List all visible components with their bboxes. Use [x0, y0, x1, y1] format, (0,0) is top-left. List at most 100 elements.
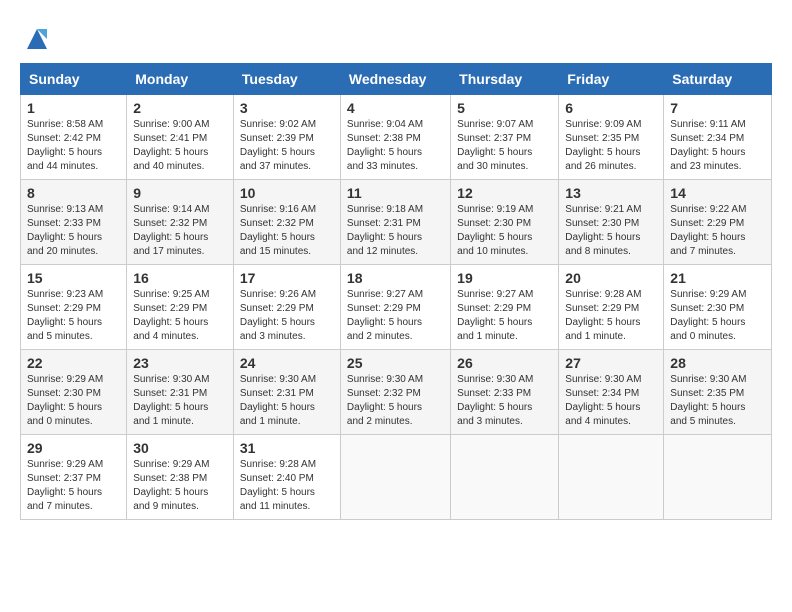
day-info: Sunrise: 9:26 AMSunset: 2:29 PMDaylight:…	[240, 288, 334, 344]
day-info: Sunrise: 9:14 AMSunset: 2:32 PMDaylight:…	[133, 203, 227, 259]
day-number: 22	[27, 355, 120, 371]
calendar-cell: 16 Sunrise: 9:25 AMSunset: 2:29 PMDayligh…	[127, 265, 234, 350]
day-info: Sunrise: 9:28 AMSunset: 2:29 PMDaylight:…	[565, 288, 657, 344]
day-number: 18	[347, 270, 444, 286]
day-info: Sunrise: 9:30 AMSunset: 2:32 PMDaylight:…	[347, 373, 444, 429]
calendar-cell: 9 Sunrise: 9:14 AMSunset: 2:32 PMDaylight…	[127, 180, 234, 265]
day-info: Sunrise: 9:04 AMSunset: 2:38 PMDaylight:…	[347, 118, 444, 174]
day-info: Sunrise: 9:30 AMSunset: 2:31 PMDaylight:…	[133, 373, 227, 429]
day-info: Sunrise: 9:23 AMSunset: 2:29 PMDaylight:…	[27, 288, 120, 344]
day-info: Sunrise: 9:09 AMSunset: 2:35 PMDaylight:…	[565, 118, 657, 174]
calendar-cell: 12 Sunrise: 9:19 AMSunset: 2:30 PMDayligh…	[451, 180, 559, 265]
day-info: Sunrise: 9:27 AMSunset: 2:29 PMDaylight:…	[457, 288, 552, 344]
calendar-cell: 24 Sunrise: 9:30 AMSunset: 2:31 PMDayligh…	[233, 350, 340, 435]
calendar-cell: 22 Sunrise: 9:29 AMSunset: 2:30 PMDayligh…	[21, 350, 127, 435]
day-info: Sunrise: 9:30 AMSunset: 2:34 PMDaylight:…	[565, 373, 657, 429]
day-info: Sunrise: 9:11 AMSunset: 2:34 PMDaylight:…	[670, 118, 765, 174]
calendar-cell	[559, 435, 664, 520]
day-number: 12	[457, 185, 552, 201]
day-number: 7	[670, 100, 765, 116]
day-info: Sunrise: 9:29 AMSunset: 2:30 PMDaylight:…	[27, 373, 120, 429]
calendar-cell: 29 Sunrise: 9:29 AMSunset: 2:37 PMDayligh…	[21, 435, 127, 520]
day-number: 30	[133, 440, 227, 456]
calendar-header-wednesday: Wednesday	[340, 64, 450, 95]
calendar-cell: 23 Sunrise: 9:30 AMSunset: 2:31 PMDayligh…	[127, 350, 234, 435]
day-number: 10	[240, 185, 334, 201]
day-info: Sunrise: 8:58 AMSunset: 2:42 PMDaylight:…	[27, 118, 120, 174]
day-number: 8	[27, 185, 120, 201]
day-number: 6	[565, 100, 657, 116]
day-number: 2	[133, 100, 227, 116]
calendar-cell: 13 Sunrise: 9:21 AMSunset: 2:30 PMDayligh…	[559, 180, 664, 265]
calendar-cell: 30 Sunrise: 9:29 AMSunset: 2:38 PMDayligh…	[127, 435, 234, 520]
day-number: 19	[457, 270, 552, 286]
calendar-cell: 7 Sunrise: 9:11 AMSunset: 2:34 PMDaylight…	[664, 95, 772, 180]
calendar-cell: 3 Sunrise: 9:02 AMSunset: 2:39 PMDaylight…	[233, 95, 340, 180]
day-number: 5	[457, 100, 552, 116]
calendar-header-monday: Monday	[127, 64, 234, 95]
calendar-cell: 4 Sunrise: 9:04 AMSunset: 2:38 PMDaylight…	[340, 95, 450, 180]
calendar-cell: 1Sunrise: 8:58 AMSunset: 2:42 PMDaylight…	[21, 95, 127, 180]
calendar-cell	[664, 435, 772, 520]
day-info: Sunrise: 9:25 AMSunset: 2:29 PMDaylight:…	[133, 288, 227, 344]
day-number: 3	[240, 100, 334, 116]
day-info: Sunrise: 9:22 AMSunset: 2:29 PMDaylight:…	[670, 203, 765, 259]
calendar-cell: 21 Sunrise: 9:29 AMSunset: 2:30 PMDayligh…	[664, 265, 772, 350]
day-info: Sunrise: 9:00 AMSunset: 2:41 PMDaylight:…	[133, 118, 227, 174]
day-number: 21	[670, 270, 765, 286]
calendar-table: SundayMondayTuesdayWednesdayThursdayFrid…	[20, 63, 772, 520]
day-number: 29	[27, 440, 120, 456]
day-number: 28	[670, 355, 765, 371]
calendar-cell: 5 Sunrise: 9:07 AMSunset: 2:37 PMDaylight…	[451, 95, 559, 180]
day-number: 27	[565, 355, 657, 371]
day-info: Sunrise: 9:21 AMSunset: 2:30 PMDaylight:…	[565, 203, 657, 259]
day-number: 20	[565, 270, 657, 286]
calendar-cell: 27 Sunrise: 9:30 AMSunset: 2:34 PMDayligh…	[559, 350, 664, 435]
calendar-cell: 6 Sunrise: 9:09 AMSunset: 2:35 PMDaylight…	[559, 95, 664, 180]
day-number: 13	[565, 185, 657, 201]
calendar-cell: 31Sunrise: 9:28 AMSunset: 2:40 PMDayligh…	[233, 435, 340, 520]
calendar-header-thursday: Thursday	[451, 64, 559, 95]
day-number: 16	[133, 270, 227, 286]
logo-icon	[23, 25, 51, 53]
calendar-cell: 8 Sunrise: 9:13 AMSunset: 2:33 PMDaylight…	[21, 180, 127, 265]
calendar-cell: 17 Sunrise: 9:26 AMSunset: 2:29 PMDayligh…	[233, 265, 340, 350]
day-number: 14	[670, 185, 765, 201]
day-number: 11	[347, 185, 444, 201]
calendar-cell: 26 Sunrise: 9:30 AMSunset: 2:33 PMDayligh…	[451, 350, 559, 435]
calendar-cell: 25 Sunrise: 9:30 AMSunset: 2:32 PMDayligh…	[340, 350, 450, 435]
calendar-cell: 28Sunrise: 9:30 AMSunset: 2:35 PMDayligh…	[664, 350, 772, 435]
calendar-header-tuesday: Tuesday	[233, 64, 340, 95]
calendar-cell: 10 Sunrise: 9:16 AMSunset: 2:32 PMDayligh…	[233, 180, 340, 265]
day-info: Sunrise: 9:27 AMSunset: 2:29 PMDaylight:…	[347, 288, 444, 344]
day-number: 23	[133, 355, 227, 371]
day-info: Sunrise: 9:07 AMSunset: 2:37 PMDaylight:…	[457, 118, 552, 174]
day-info: Sunrise: 9:13 AMSunset: 2:33 PMDaylight:…	[27, 203, 120, 259]
calendar-cell: 18 Sunrise: 9:27 AMSunset: 2:29 PMDayligh…	[340, 265, 450, 350]
page-header	[20, 20, 772, 53]
calendar-cell: 2 Sunrise: 9:00 AMSunset: 2:41 PMDaylight…	[127, 95, 234, 180]
day-info: Sunrise: 9:29 AMSunset: 2:30 PMDaylight:…	[670, 288, 765, 344]
day-info: Sunrise: 9:29 AMSunset: 2:37 PMDaylight:…	[27, 458, 120, 514]
day-number: 25	[347, 355, 444, 371]
calendar-cell: 11 Sunrise: 9:18 AMSunset: 2:31 PMDayligh…	[340, 180, 450, 265]
day-info: Sunrise: 9:30 AMSunset: 2:31 PMDaylight:…	[240, 373, 334, 429]
day-info: Sunrise: 9:16 AMSunset: 2:32 PMDaylight:…	[240, 203, 334, 259]
calendar-cell: 15 Sunrise: 9:23 AMSunset: 2:29 PMDayligh…	[21, 265, 127, 350]
day-number: 17	[240, 270, 334, 286]
calendar-cell: 20 Sunrise: 9:28 AMSunset: 2:29 PMDayligh…	[559, 265, 664, 350]
day-number: 26	[457, 355, 552, 371]
day-number: 15	[27, 270, 120, 286]
calendar-cell: 19 Sunrise: 9:27 AMSunset: 2:29 PMDayligh…	[451, 265, 559, 350]
day-info: Sunrise: 9:02 AMSunset: 2:39 PMDaylight:…	[240, 118, 334, 174]
day-number: 4	[347, 100, 444, 116]
day-info: Sunrise: 9:30 AMSunset: 2:33 PMDaylight:…	[457, 373, 552, 429]
day-number: 9	[133, 185, 227, 201]
day-info: Sunrise: 9:29 AMSunset: 2:38 PMDaylight:…	[133, 458, 227, 514]
day-number: 24	[240, 355, 334, 371]
day-info: Sunrise: 9:18 AMSunset: 2:31 PMDaylight:…	[347, 203, 444, 259]
day-info: Sunrise: 9:19 AMSunset: 2:30 PMDaylight:…	[457, 203, 552, 259]
calendar-header-saturday: Saturday	[664, 64, 772, 95]
logo	[20, 25, 51, 53]
day-info: Sunrise: 9:28 AMSunset: 2:40 PMDaylight:…	[240, 458, 334, 514]
